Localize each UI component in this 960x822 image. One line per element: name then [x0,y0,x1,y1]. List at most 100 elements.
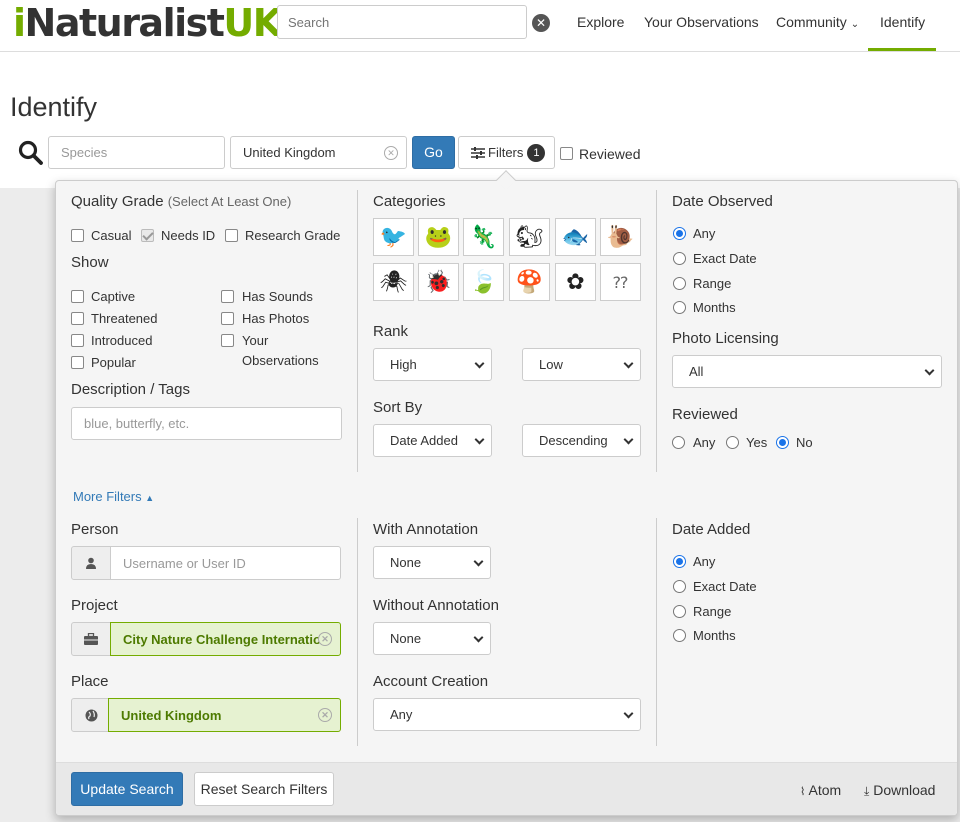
atom-link[interactable]: ⌇ Atom [800,782,841,798]
photo-licensing-select[interactable]: All [672,355,942,388]
rank-high-select[interactable]: High [373,348,492,381]
nav-explore[interactable]: Explore [577,14,624,30]
quality-grade-heading: Quality Grade (Select At Least One) [71,193,292,210]
chevron-down-icon [474,358,485,369]
your-observations-checkbox[interactable] [221,334,234,347]
chevron-down-icon [924,365,935,376]
sort-order-select[interactable]: Descending [522,424,641,457]
species-input[interactable]: Species [48,136,225,169]
clear-place-filter-icon[interactable]: ✕ [318,708,332,722]
sort-by-select[interactable]: Date Added [373,424,492,457]
person-input[interactable]: Username or User ID [110,546,341,580]
account-creation-select[interactable]: Any [373,698,641,731]
rank-low-select[interactable]: Low [522,348,641,381]
amphibian-icon[interactable]: 🐸 [418,218,459,256]
chevron-down-icon [623,708,634,719]
sliders-icon [471,146,485,159]
project-heading: Project [71,597,118,614]
filters-button[interactable]: Filters 1 [458,136,555,169]
clear-search-icon[interactable]: ✕ [532,14,550,32]
bird-icon[interactable]: 🐦 [373,218,414,256]
date-added-heading: Date Added [672,521,751,538]
mollusk-icon[interactable]: 🐌 [600,218,641,256]
popular-checkbox[interactable] [71,356,84,369]
date-added-months-radio[interactable] [673,629,686,642]
date-added-range-label: Range [693,604,732,619]
captive-checkbox[interactable] [71,290,84,303]
threatened-checkbox[interactable] [71,312,84,325]
caret-up-icon: ▲ [145,493,155,503]
filters-count-badge: 1 [527,143,546,162]
your-observations-label: Your [242,333,269,348]
nav-your-observations[interactable]: Your Observations [644,14,759,30]
reset-search-filters-button[interactable]: Reset Search Filters [194,772,334,806]
casual-label: Casual [91,228,132,243]
place-filter-input[interactable]: United Kingdom ✕ [108,698,341,732]
popular-label: Popular [91,355,136,370]
date-added-exact-radio[interactable] [673,580,686,593]
date-observed-exact-radio[interactable] [673,252,686,265]
reviewed-any-radio[interactable] [672,436,685,449]
unknown-icon[interactable]: ⁇ [600,263,641,301]
needs-id-label: Needs ID [161,228,216,243]
page-title: Identify [10,92,98,122]
show-heading: Show [71,254,109,271]
project-input[interactable]: City Nature Challenge Internation ✕ [110,622,341,656]
reviewed-any-label: Any [693,435,716,450]
description-tags-input[interactable]: blue, butterfly, etc. [71,407,342,440]
date-observed-exact-label: Exact Date [693,251,757,266]
casual-checkbox[interactable] [71,229,84,242]
reviewed-yes-radio[interactable] [726,436,739,449]
research-grade-checkbox[interactable] [225,229,238,242]
top-navbar: iNaturalistUK ✕ Explore Your Observation… [0,0,960,52]
introduced-checkbox[interactable] [71,334,84,347]
needs-id-checkbox[interactable] [141,229,154,242]
reviewed-label: Reviewed [579,146,641,162]
active-nav-indicator [868,48,936,51]
protozoa-icon[interactable]: ✿ [555,263,596,301]
place-input[interactable]: United Kingdom ✕ [230,136,407,169]
plant-icon[interactable]: 🍃 [463,263,504,301]
clear-project-icon[interactable]: ✕ [318,632,332,646]
nav-identify[interactable]: Identify [880,14,925,30]
site-search-input[interactable] [277,5,527,39]
place-heading: Place [71,673,109,690]
date-observed-range-radio[interactable] [673,277,686,290]
fish-icon[interactable]: 🐟 [555,218,596,256]
reviewed-no-label: No [796,435,813,450]
research-grade-label: Research Grade [245,228,341,243]
more-filters-link[interactable]: More Filters ▲ [73,489,154,504]
has-photos-checkbox[interactable] [221,312,234,325]
clear-place-icon[interactable]: ✕ [384,146,398,160]
photo-licensing-heading: Photo Licensing [672,330,779,347]
arachnid-icon[interactable]: 🕷 [373,263,414,301]
date-added-months-label: Months [693,628,736,643]
without-annotation-heading: Without Annotation [373,597,499,614]
without-annotation-select[interactable]: None [373,622,491,655]
date-added-range-radio[interactable] [673,605,686,618]
reviewed-no-radio[interactable] [776,436,789,449]
date-observed-months-radio[interactable] [673,301,686,314]
threatened-label: Threatened [91,311,158,326]
with-annotation-select[interactable]: None [373,546,491,579]
reviewed-yes-label: Yes [746,435,768,450]
insect-icon[interactable]: 🐞 [418,263,459,301]
download-icon: ⤓ [864,784,870,798]
fungi-icon[interactable]: 🍄 [509,263,550,301]
reviewed-checkbox[interactable] [560,147,573,160]
update-search-button[interactable]: Update Search [71,772,183,806]
has-sounds-checkbox[interactable] [221,290,234,303]
reptile-icon[interactable]: 🦎 [463,218,504,256]
date-observed-any-radio[interactable] [673,227,686,240]
nav-community[interactable]: Community ⌄ [776,14,859,30]
column-divider [656,518,657,746]
download-link[interactable]: ⤓ Download [864,782,935,799]
site-logo[interactable]: iNaturalistUK [13,2,282,44]
date-observed-range-label: Range [693,276,732,291]
introduced-label: Introduced [91,333,153,348]
date-added-any-radio[interactable] [673,555,686,568]
rank-heading: Rank [373,323,409,340]
go-button[interactable]: Go [412,136,455,169]
mammal-icon[interactable]: 🐿 [509,218,550,256]
description-tags-heading: Description / Tags [71,381,190,398]
